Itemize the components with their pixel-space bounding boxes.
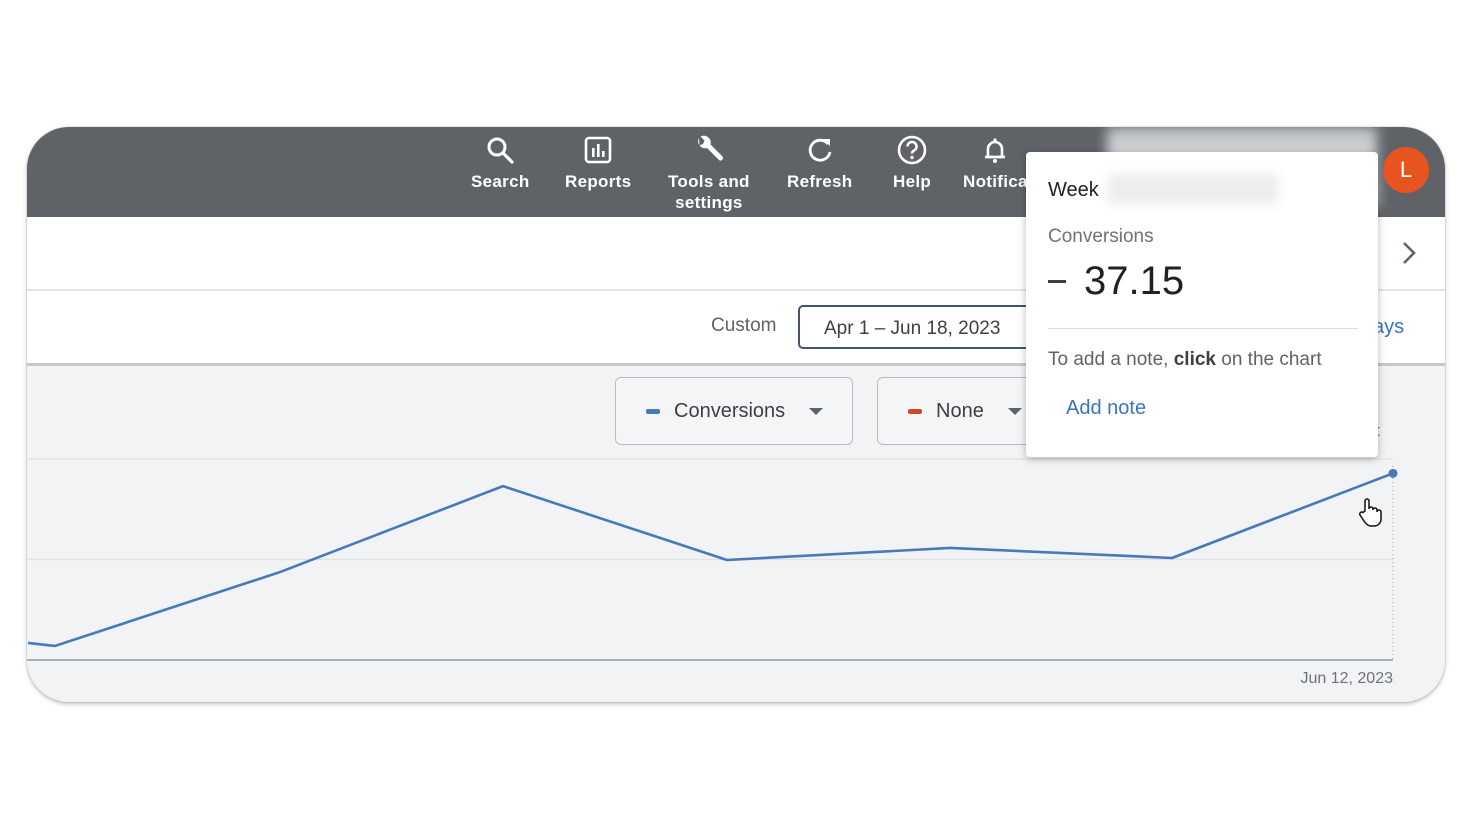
chart-tooltip: Week Conversions 37.15 To add a note, cl…	[1026, 152, 1378, 457]
chevron-right-icon[interactable]	[1395, 239, 1423, 267]
x-tick-label: Jun 12, 2023	[1300, 670, 1393, 687]
nav-tools-settings[interactable]: Tools and settings	[668, 133, 750, 213]
nav-search[interactable]: Search	[471, 133, 530, 192]
tooltip-metric-label: Conversions	[1048, 226, 1154, 247]
nav-search-label: Search	[471, 172, 530, 191]
nav-notifications-label: Notifica	[963, 172, 1028, 191]
search-icon	[483, 133, 517, 167]
refresh-icon	[803, 133, 837, 167]
avatar[interactable]: L	[1383, 147, 1429, 193]
hint-post: on the chart	[1215, 349, 1322, 370]
tooltip-divider	[1048, 328, 1358, 329]
nav-tools-label: Tools and settings	[668, 171, 750, 213]
wrench-icon	[692, 133, 726, 167]
avatar-initial: L	[1399, 157, 1413, 182]
tooltip-week-label: Week	[1048, 179, 1099, 201]
nav-tools-label-line2: settings	[675, 193, 743, 212]
nav-reports[interactable]: Reports	[565, 133, 631, 192]
date-range-value: Apr 1 – Jun 18, 2023	[824, 318, 1001, 339]
nav-reports-label: Reports	[565, 172, 632, 191]
tooltip-value-text: 37.15	[1084, 259, 1185, 303]
nav-refresh[interactable]: Refresh	[787, 133, 852, 192]
reports-icon	[581, 133, 615, 167]
date-preset-label: Custom	[711, 315, 777, 336]
date-range-picker[interactable]: Apr 1 – Jun 18, 2023	[798, 305, 1048, 349]
data-point[interactable]	[1388, 468, 1398, 478]
help-icon	[895, 133, 929, 167]
add-note-link[interactable]: Add note	[1066, 397, 1146, 420]
nav-help-label: Help	[893, 172, 932, 191]
nav-notifications[interactable]: Notifica	[963, 133, 1028, 192]
nav-refresh-label: Refresh	[787, 172, 853, 191]
tooltip-hint: To add a note, click on the chart	[1048, 349, 1322, 371]
series-dash-icon	[1048, 280, 1066, 283]
hint-pre: To add a note,	[1048, 349, 1174, 370]
nav-help[interactable]: Help	[893, 133, 931, 192]
hand-cursor-icon	[1357, 497, 1383, 532]
redacted-week-range	[1108, 174, 1278, 204]
hint-bold: click	[1173, 349, 1216, 370]
tooltip-value: 37.15	[1048, 259, 1184, 304]
nav-tools-label-line1: Tools and	[668, 172, 750, 191]
bell-icon	[978, 133, 1012, 167]
